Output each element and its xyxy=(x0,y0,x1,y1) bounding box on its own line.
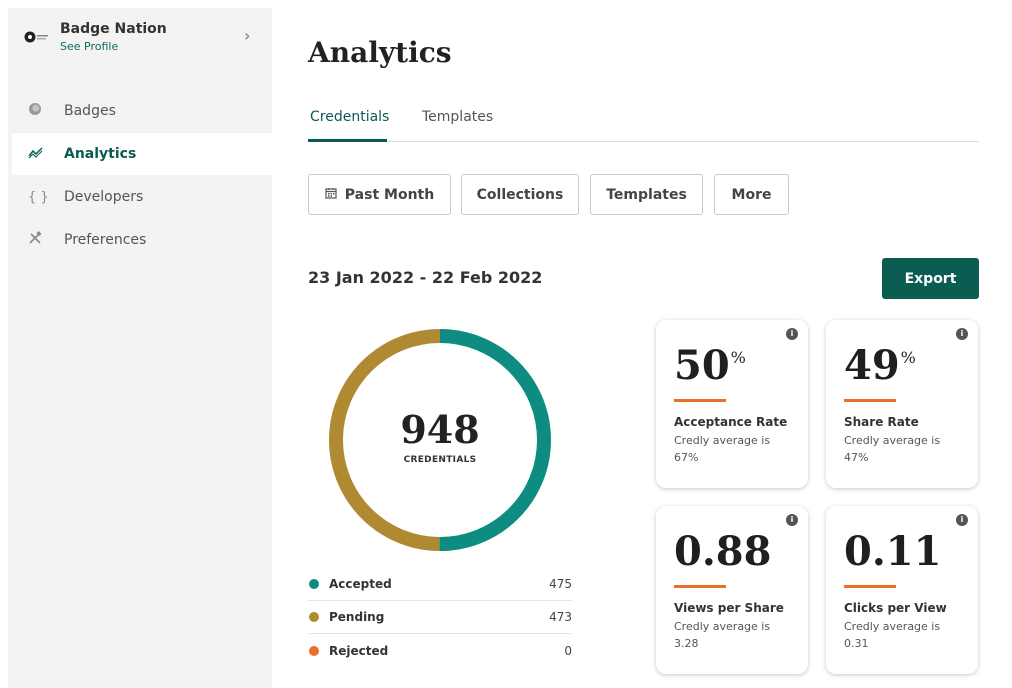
metric-card-views-per-share: i 0.88 Views per Share Credly average is… xyxy=(656,506,808,674)
collections-button[interactable]: Collections xyxy=(461,174,579,215)
metric-description: Credly average is 67% xyxy=(674,434,771,464)
chevron-right-icon[interactable]: › xyxy=(244,26,250,45)
past-month-label: Past Month xyxy=(344,186,435,203)
metric-value: 0.88 xyxy=(674,528,772,575)
pending-dot xyxy=(309,612,319,622)
see-profile-link[interactable]: See Profile xyxy=(60,40,118,53)
metric-title: Share Rate xyxy=(844,415,919,429)
metric-title: Views per Share xyxy=(674,601,784,615)
sidebar-item-label: Preferences xyxy=(64,232,147,248)
metric-accent-bar xyxy=(844,399,896,402)
info-icon[interactable]: i xyxy=(956,328,968,340)
credentials-label: CREDENTIALS xyxy=(403,455,477,465)
metric-card-acceptance-rate: i 50% Acceptance Rate Credly average is … xyxy=(656,320,808,488)
legend-value: 473 xyxy=(549,610,572,624)
org-profile[interactable]: Badge Nation See Profile › xyxy=(8,8,272,68)
templates-filter-button[interactable]: Templates xyxy=(590,174,703,215)
metric-value: 50% xyxy=(674,342,746,389)
sidebar-item-developers[interactable]: { } Developers xyxy=(12,176,272,218)
tools-icon xyxy=(12,231,64,249)
legend-row-rejected: Rejected 0 xyxy=(308,634,572,667)
metric-value: 49% xyxy=(844,342,916,389)
donut-center: 948 CREDENTIALS xyxy=(327,405,553,465)
org-logo-icon xyxy=(24,31,48,43)
metric-description: Credly average is 47% xyxy=(844,434,941,464)
analytics-icon xyxy=(12,145,64,163)
metric-description: Credly average is 0.31 xyxy=(844,620,941,650)
sidebar-item-label: Developers xyxy=(64,189,144,205)
info-icon[interactable]: i xyxy=(956,514,968,526)
metric-title: Clicks per View xyxy=(844,601,947,615)
metric-description: Credly average is 3.28 xyxy=(674,620,771,650)
sidebar-item-label: Badges xyxy=(64,103,116,119)
metric-value: 0.11 xyxy=(844,528,942,575)
calendar-icon xyxy=(325,187,337,203)
sidebar-item-badges[interactable]: Badges xyxy=(12,90,272,132)
rejected-dot xyxy=(309,645,319,656)
legend-label: Pending xyxy=(329,610,385,624)
page-title: Analytics xyxy=(308,36,452,69)
past-month-button[interactable]: Past Month xyxy=(308,174,451,215)
date-range: 23 Jan 2022 - 22 Feb 2022 xyxy=(308,268,543,287)
legend-label: Accepted xyxy=(329,577,392,591)
sidebar-item-analytics[interactable]: Analytics xyxy=(12,133,272,175)
metric-accent-bar xyxy=(844,585,896,588)
metric-accent-bar xyxy=(674,585,726,588)
sidebar-item-label: Analytics xyxy=(64,146,137,162)
legend-value: 0 xyxy=(564,643,572,658)
donut-legend: Accepted 475 Pending 473 Rejected 0 xyxy=(308,568,572,667)
legend-row-pending: Pending 473 xyxy=(308,601,572,634)
legend-value: 475 xyxy=(549,577,572,591)
credentials-total: 948 xyxy=(400,407,480,452)
info-icon[interactable]: i xyxy=(786,514,798,526)
active-tab-indicator xyxy=(308,139,387,142)
tab-credentials[interactable]: Credentials xyxy=(310,109,389,125)
info-icon[interactable]: i xyxy=(786,328,798,340)
code-braces-icon: { } xyxy=(28,189,49,205)
tab-bar: Credentials Templates xyxy=(308,104,979,142)
export-button[interactable]: Export xyxy=(882,258,979,299)
metric-card-share-rate: i 49% Share Rate Credly average is 47% xyxy=(826,320,978,488)
more-button[interactable]: More xyxy=(714,174,789,215)
legend-label: Rejected xyxy=(329,643,389,658)
metric-card-clicks-per-view: i 0.11 Clicks per View Credly average is… xyxy=(826,506,978,674)
sidebar: Badge Nation See Profile › Badges Analyt… xyxy=(8,8,272,688)
badge-icon xyxy=(12,102,64,120)
accepted-dot xyxy=(309,579,319,589)
metric-accent-bar xyxy=(674,399,726,402)
org-name: Badge Nation xyxy=(60,21,167,37)
metric-title: Acceptance Rate xyxy=(674,415,788,429)
legend-row-accepted: Accepted 475 xyxy=(308,568,572,601)
tab-templates[interactable]: Templates xyxy=(422,109,493,125)
sidebar-item-preferences[interactable]: Preferences xyxy=(12,219,272,261)
